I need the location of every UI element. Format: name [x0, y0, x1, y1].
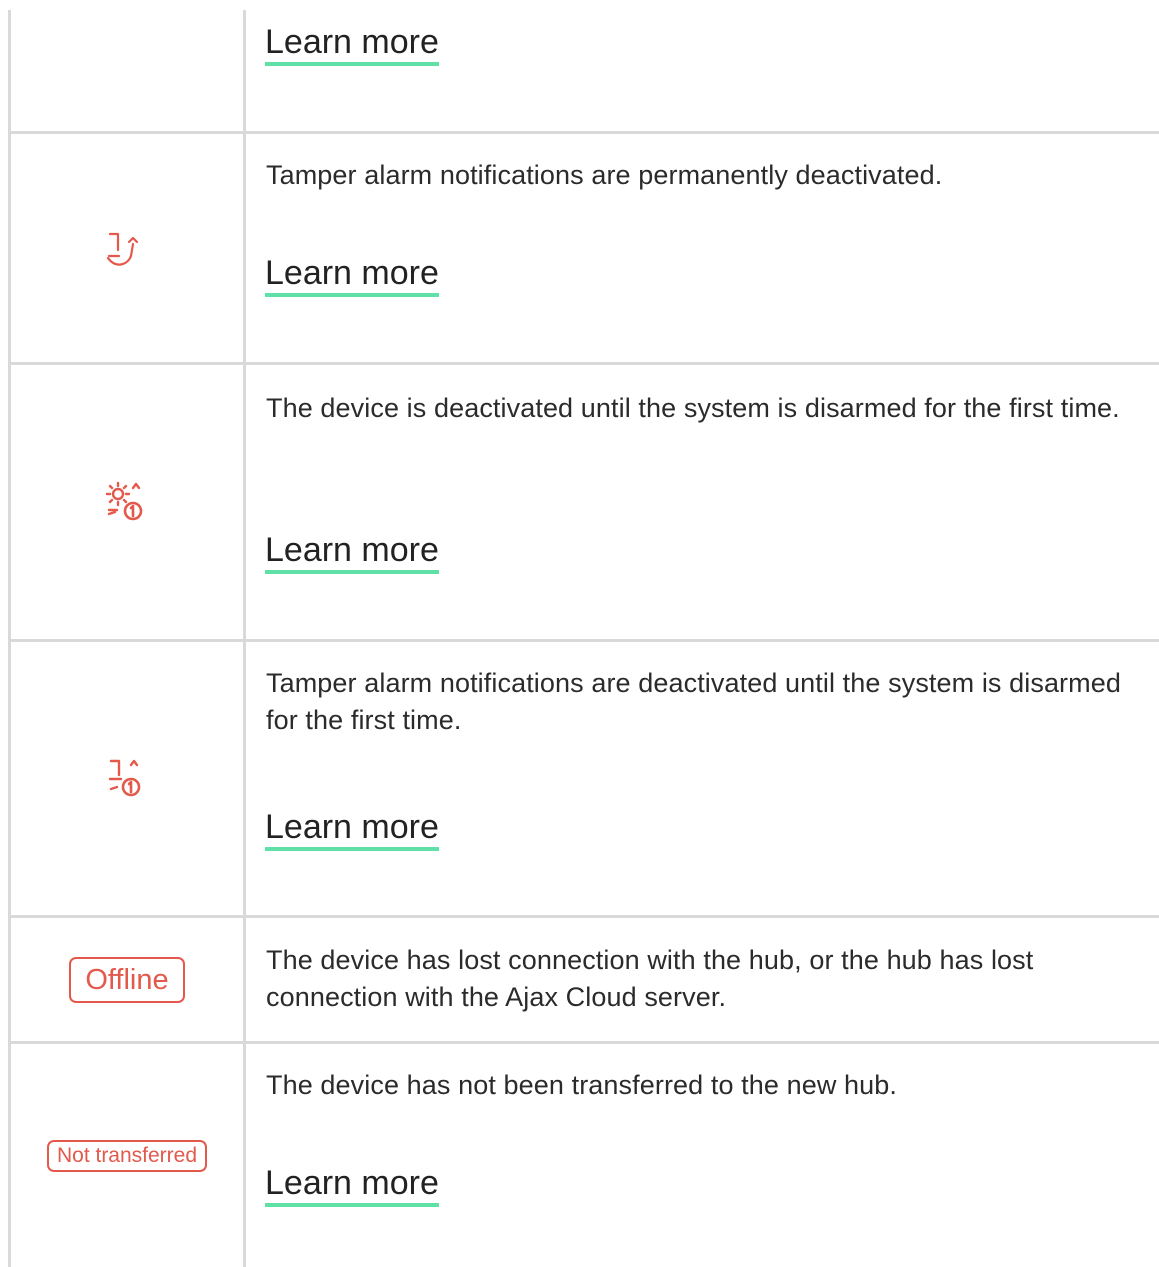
row-description: The device has lost connection with the …	[266, 945, 1034, 1012]
tamper-deactivated-until-disarm-icon	[11, 642, 243, 915]
row-description: Tamper alarm notifications are deactivat…	[266, 668, 1121, 735]
row-description: The device has not been transferred to t…	[266, 1070, 898, 1100]
learn-more-link[interactable]: Learn more	[265, 22, 439, 66]
offline-badge-cell: Offline	[11, 918, 243, 1041]
learn-more-link[interactable]: Learn more	[265, 1163, 439, 1207]
offline-badge: Offline	[69, 956, 185, 1003]
status-table: Learn more Tamper alarm notifications ar…	[0, 0, 1159, 1267]
not-transferred-badge-cell: Not transferred	[11, 1044, 243, 1267]
not-transferred-badge: Not transferred	[46, 1139, 208, 1172]
row-description: The device is deactivated until the syst…	[266, 393, 1120, 423]
learn-more-link[interactable]: Learn more	[265, 807, 439, 851]
tamper-deactivated-icon	[11, 134, 243, 362]
learn-more-link[interactable]: Learn more	[265, 530, 439, 574]
row-description: Tamper alarm notifications are permanent…	[266, 160, 943, 190]
device-deactivated-until-disarm-icon	[11, 365, 243, 639]
learn-more-link[interactable]: Learn more	[265, 253, 439, 297]
